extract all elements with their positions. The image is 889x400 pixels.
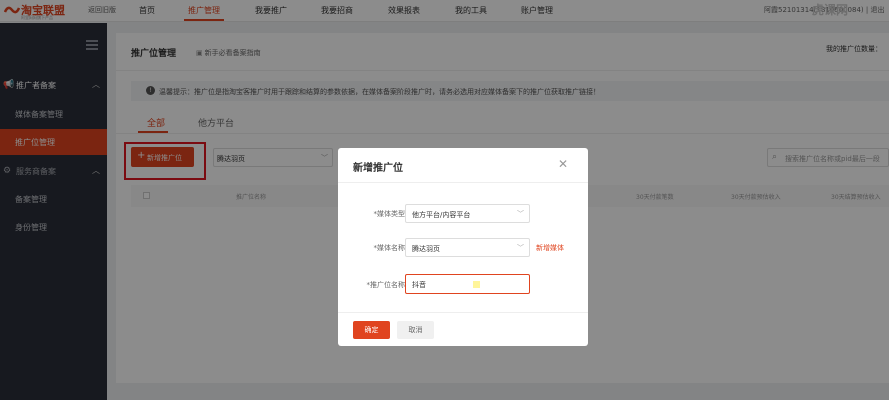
divider [338, 182, 588, 183]
add-position-dialog: 新增推广位 ✕ *媒体类型 他方平台/内容平台 ﹀ *媒体名称 腾达羽页 ﹀ 新… [338, 148, 588, 346]
media-type-label: *媒体类型 [373, 210, 406, 218]
chevron-down-icon: ﹀ [517, 210, 524, 218]
media-name-label: *媒体名称 [373, 244, 406, 252]
new-media-link[interactable]: 新增媒体 [536, 243, 564, 253]
chevron-down-icon: ﹀ [517, 244, 524, 252]
position-name-input[interactable]: 抖音 [405, 274, 530, 294]
media-name-select[interactable]: 腾达羽页 ﹀ [405, 238, 530, 257]
media-type-value: 他方平台/内容平台 [412, 211, 471, 219]
position-name-label: *推广位名称 [366, 281, 406, 289]
position-name-value: 抖音 [412, 281, 426, 289]
close-icon[interactable]: ✕ [558, 157, 568, 171]
media-name-value: 腾达羽页 [412, 245, 440, 253]
cancel-button[interactable]: 取消 [397, 321, 434, 339]
cursor-highlight [473, 281, 480, 288]
divider [338, 312, 588, 313]
confirm-button[interactable]: 确定 [353, 321, 390, 339]
dialog-title: 新增推广位 [353, 163, 403, 174]
media-type-select[interactable]: 他方平台/内容平台 ﹀ [405, 204, 530, 223]
